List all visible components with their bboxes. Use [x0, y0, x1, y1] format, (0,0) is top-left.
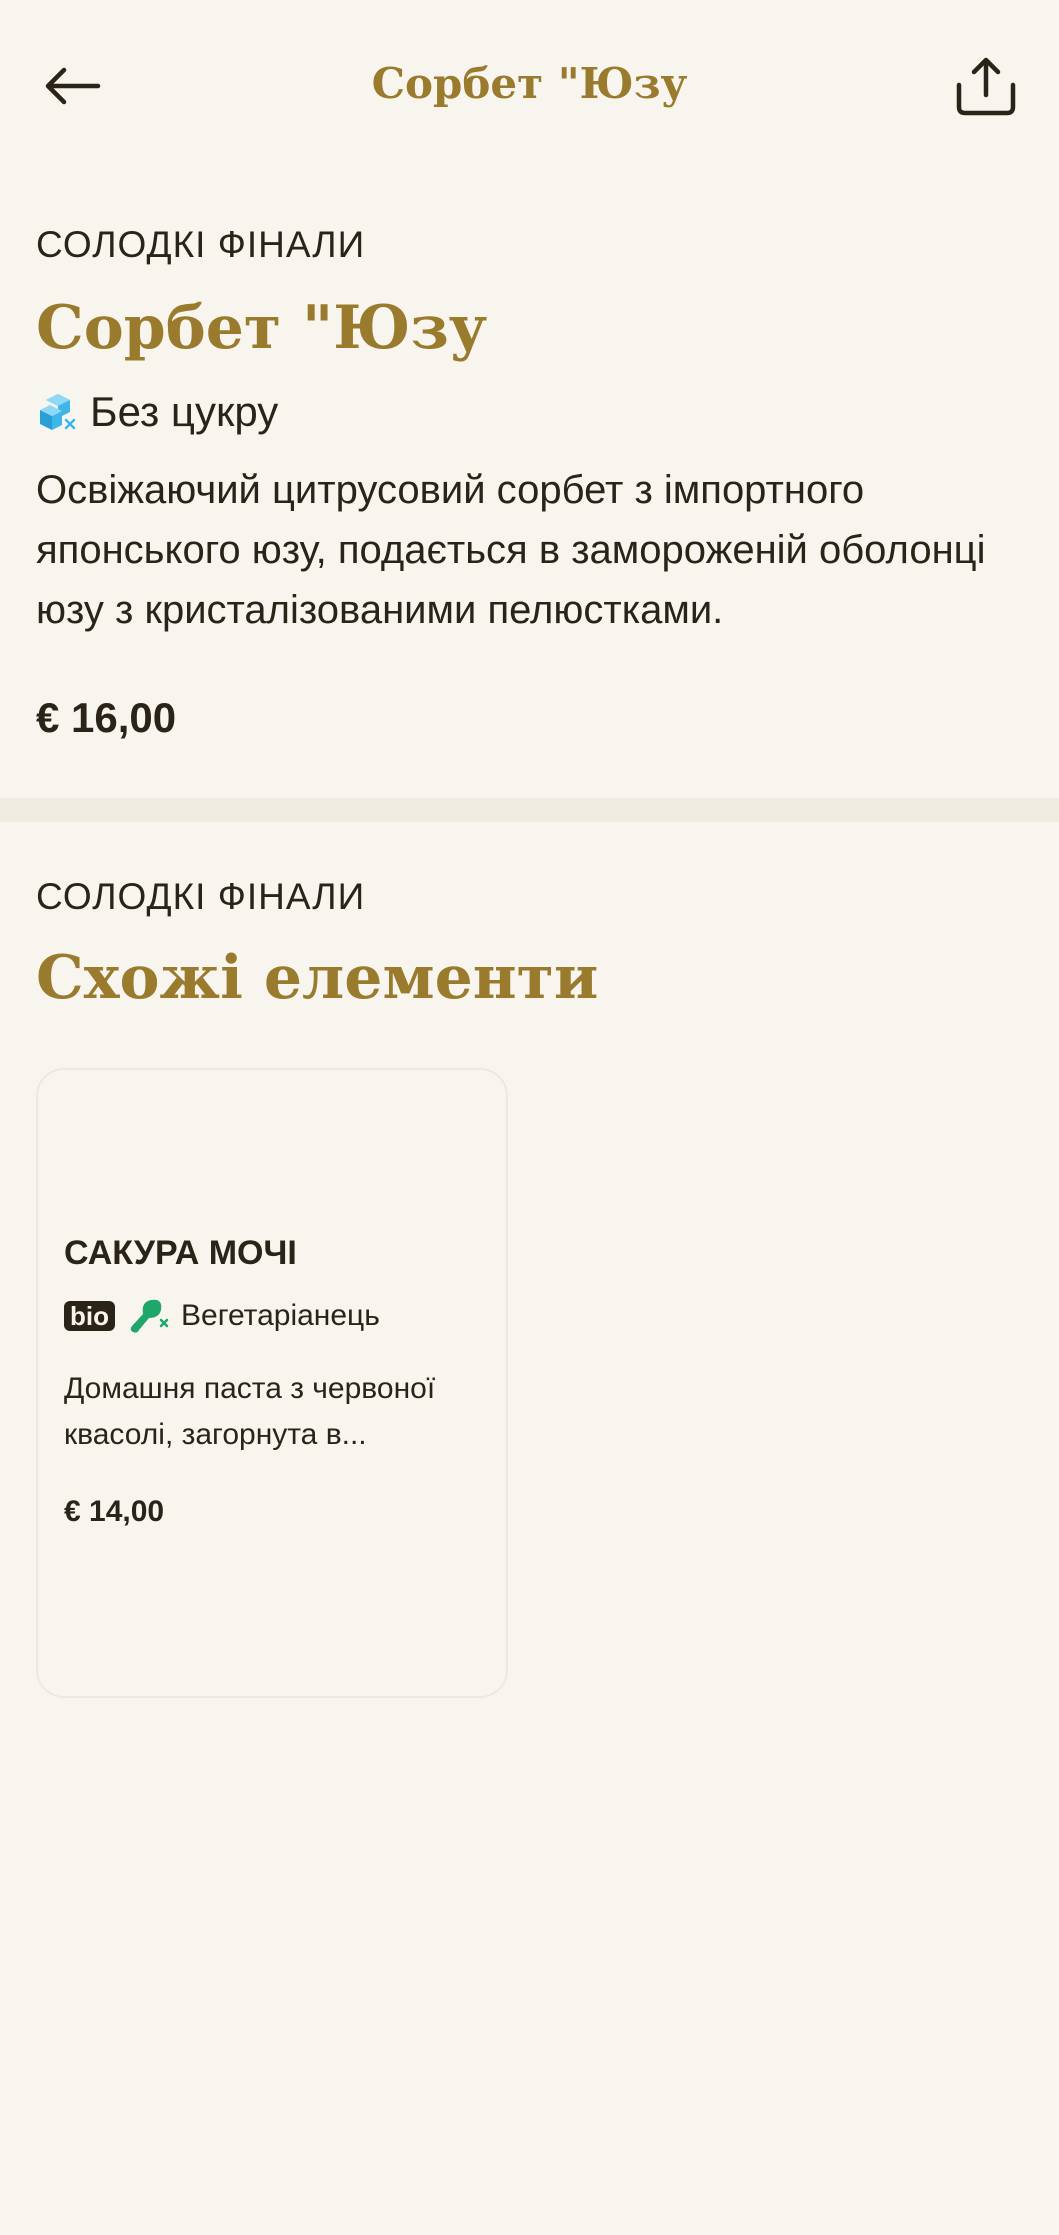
share-button[interactable] [950, 46, 1022, 126]
vegetarian-icon [130, 1299, 169, 1333]
section-divider [0, 798, 1059, 822]
item-price: € 16,00 [36, 694, 177, 741]
item-category: СОЛОДКІ ФІНАЛИ [36, 224, 366, 265]
card-description: Домашня паста з червоної квасолі, загорн… [64, 1372, 436, 1451]
arrow-left-icon [45, 67, 101, 105]
diet-label: Без цукру [90, 388, 279, 435]
item-detail: СОЛОДКІ ФІНАЛИ Сорбет "Юзу Без цукру Осв… [0, 170, 1059, 798]
diet-tag: Без цукру [36, 382, 278, 442]
card-diet-label: Вегетаріанець [181, 1299, 380, 1332]
card-item-name: САКУРА МОЧІ [64, 1234, 297, 1272]
card-tags: bio Вегетаріанець [64, 1292, 380, 1340]
top-bar: Сорбет "Юзу [0, 0, 1059, 170]
similar-items-section: СОЛОДКІ ФІНАЛИ Схожі елементи САКУРА МОЧ… [0, 822, 1059, 1722]
similar-category: СОЛОДКІ ФІНАЛИ [36, 876, 366, 917]
back-button[interactable] [36, 50, 108, 122]
similar-heading: Схожі елементи [36, 943, 599, 1013]
share-icon [956, 57, 1016, 116]
page-title: Сорбет "Юзу [371, 59, 688, 108]
sugar-free-icon [40, 394, 76, 430]
card-price: € 14,00 [64, 1495, 165, 1528]
item-description: Освіжаючий цитрусовий сорбет з імпортног… [36, 468, 986, 632]
similar-item-card[interactable]: САКУРА МОЧІ bio Вегетаріанець Домашня па… [36, 1068, 508, 1698]
bio-badge: bio [64, 1301, 115, 1331]
item-title: Сорбет "Юзу [36, 293, 488, 363]
